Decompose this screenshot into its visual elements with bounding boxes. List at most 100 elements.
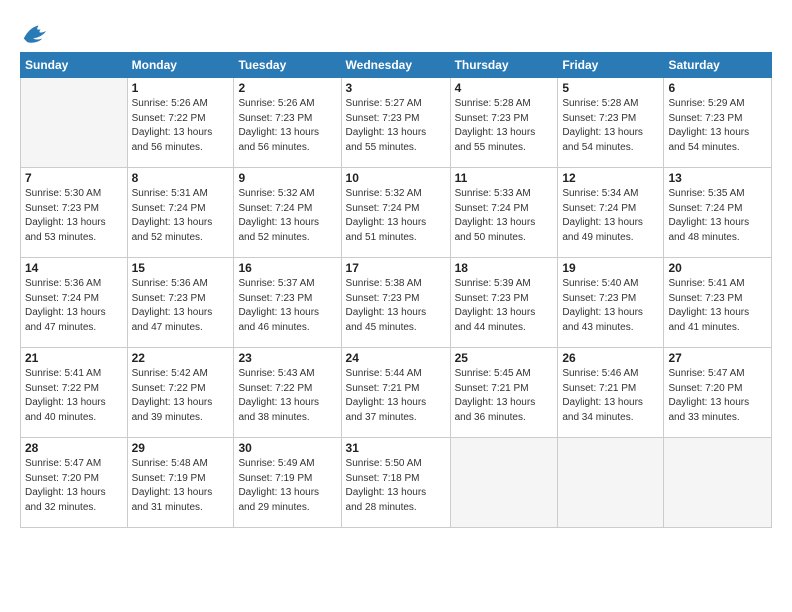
- day-info: Sunrise: 5:32 AMSunset: 7:24 PMDaylight:…: [238, 187, 336, 245]
- day-info: Sunrise: 5:42 AMSunset: 7:22 PMDaylight:…: [132, 367, 230, 425]
- day-number: 9: [238, 171, 336, 185]
- day-number: 19: [562, 261, 659, 275]
- day-info: Sunrise: 5:26 AMSunset: 7:23 PMDaylight:…: [238, 97, 336, 155]
- day-number: 27: [668, 351, 767, 365]
- day-info: Sunrise: 5:46 AMSunset: 7:21 PMDaylight:…: [562, 367, 659, 425]
- weekday-header-monday: Monday: [127, 53, 234, 78]
- day-info: Sunrise: 5:44 AMSunset: 7:21 PMDaylight:…: [346, 367, 446, 425]
- calendar-day-cell: 3 Sunrise: 5:27 AMSunset: 7:23 PMDaylight…: [341, 78, 450, 168]
- day-info: Sunrise: 5:36 AMSunset: 7:24 PMDaylight:…: [25, 277, 123, 335]
- calendar-day-cell: [558, 438, 664, 528]
- calendar-day-cell: 14 Sunrise: 5:36 AMSunset: 7:24 PMDayligh…: [21, 258, 128, 348]
- day-number: 7: [25, 171, 123, 185]
- calendar-day-cell: 27 Sunrise: 5:47 AMSunset: 7:20 PMDayligh…: [664, 348, 772, 438]
- day-number: 23: [238, 351, 336, 365]
- calendar-table: SundayMondayTuesdayWednesdayThursdayFrid…: [20, 52, 772, 528]
- calendar-day-cell: 18 Sunrise: 5:39 AMSunset: 7:23 PMDayligh…: [450, 258, 558, 348]
- calendar-day-cell: 21 Sunrise: 5:41 AMSunset: 7:22 PMDayligh…: [21, 348, 128, 438]
- calendar-day-cell: 4 Sunrise: 5:28 AMSunset: 7:23 PMDaylight…: [450, 78, 558, 168]
- day-info: Sunrise: 5:38 AMSunset: 7:23 PMDaylight:…: [346, 277, 446, 335]
- day-info: Sunrise: 5:50 AMSunset: 7:18 PMDaylight:…: [346, 457, 446, 515]
- weekday-header-wednesday: Wednesday: [341, 53, 450, 78]
- calendar-day-cell: 17 Sunrise: 5:38 AMSunset: 7:23 PMDayligh…: [341, 258, 450, 348]
- calendar-day-cell: [21, 78, 128, 168]
- day-number: 14: [25, 261, 123, 275]
- day-info: Sunrise: 5:39 AMSunset: 7:23 PMDaylight:…: [455, 277, 554, 335]
- calendar-day-cell: 8 Sunrise: 5:31 AMSunset: 7:24 PMDaylight…: [127, 168, 234, 258]
- calendar-day-cell: 1 Sunrise: 5:26 AMSunset: 7:22 PMDaylight…: [127, 78, 234, 168]
- page-container: SundayMondayTuesdayWednesdayThursdayFrid…: [0, 0, 792, 538]
- day-info: Sunrise: 5:47 AMSunset: 7:20 PMDaylight:…: [25, 457, 123, 515]
- calendar-day-cell: 30Sunrise: 5:49 AMSunset: 7:19 PMDayligh…: [234, 438, 341, 528]
- day-number: 4: [455, 81, 554, 95]
- logo: [20, 18, 52, 46]
- calendar-day-cell: [664, 438, 772, 528]
- calendar-day-cell: 15Sunrise: 5:36 AMSunset: 7:23 PMDayligh…: [127, 258, 234, 348]
- day-info: Sunrise: 5:47 AMSunset: 7:20 PMDaylight:…: [668, 367, 767, 425]
- day-info: Sunrise: 5:37 AMSunset: 7:23 PMDaylight:…: [238, 277, 336, 335]
- day-info: Sunrise: 5:41 AMSunset: 7:23 PMDaylight:…: [668, 277, 767, 335]
- day-number: 3: [346, 81, 446, 95]
- calendar-day-cell: 5Sunrise: 5:28 AMSunset: 7:23 PMDaylight…: [558, 78, 664, 168]
- weekday-header-tuesday: Tuesday: [234, 53, 341, 78]
- day-number: 6: [668, 81, 767, 95]
- calendar-day-cell: 25 Sunrise: 5:45 AMSunset: 7:21 PMDayligh…: [450, 348, 558, 438]
- day-info: Sunrise: 5:30 AMSunset: 7:23 PMDaylight:…: [25, 187, 123, 245]
- day-info: Sunrise: 5:45 AMSunset: 7:21 PMDaylight:…: [455, 367, 554, 425]
- day-info: Sunrise: 5:28 AMSunset: 7:23 PMDaylight:…: [455, 97, 554, 155]
- calendar-week-row: 21 Sunrise: 5:41 AMSunset: 7:22 PMDayligh…: [21, 348, 772, 438]
- day-info: Sunrise: 5:34 AMSunset: 7:24 PMDaylight:…: [562, 187, 659, 245]
- day-number: 2: [238, 81, 336, 95]
- calendar-day-cell: 31 Sunrise: 5:50 AMSunset: 7:18 PMDayligh…: [341, 438, 450, 528]
- day-info: Sunrise: 5:43 AMSunset: 7:22 PMDaylight:…: [238, 367, 336, 425]
- day-info: Sunrise: 5:35 AMSunset: 7:24 PMDaylight:…: [668, 187, 767, 245]
- day-number: 28: [25, 441, 123, 455]
- day-number: 30: [238, 441, 336, 455]
- calendar-week-row: 7 Sunrise: 5:30 AMSunset: 7:23 PMDaylight…: [21, 168, 772, 258]
- calendar-day-cell: 26 Sunrise: 5:46 AMSunset: 7:21 PMDayligh…: [558, 348, 664, 438]
- calendar-day-cell: 2 Sunrise: 5:26 AMSunset: 7:23 PMDaylight…: [234, 78, 341, 168]
- calendar-day-cell: [450, 438, 558, 528]
- day-number: 11: [455, 171, 554, 185]
- calendar-day-cell: 19 Sunrise: 5:40 AMSunset: 7:23 PMDayligh…: [558, 258, 664, 348]
- calendar-day-cell: 23 Sunrise: 5:43 AMSunset: 7:22 PMDayligh…: [234, 348, 341, 438]
- day-info: Sunrise: 5:40 AMSunset: 7:23 PMDaylight:…: [562, 277, 659, 335]
- calendar-day-cell: 9 Sunrise: 5:32 AMSunset: 7:24 PMDaylight…: [234, 168, 341, 258]
- day-number: 21: [25, 351, 123, 365]
- day-number: 26: [562, 351, 659, 365]
- calendar-day-cell: 6Sunrise: 5:29 AMSunset: 7:23 PMDaylight…: [664, 78, 772, 168]
- calendar-day-cell: 16Sunrise: 5:37 AMSunset: 7:23 PMDayligh…: [234, 258, 341, 348]
- day-number: 5: [562, 81, 659, 95]
- day-info: Sunrise: 5:27 AMSunset: 7:23 PMDaylight:…: [346, 97, 446, 155]
- day-info: Sunrise: 5:41 AMSunset: 7:22 PMDaylight:…: [25, 367, 123, 425]
- calendar-day-cell: 7 Sunrise: 5:30 AMSunset: 7:23 PMDaylight…: [21, 168, 128, 258]
- day-number: 10: [346, 171, 446, 185]
- logo-bird-icon: [20, 18, 48, 46]
- day-number: 18: [455, 261, 554, 275]
- day-number: 1: [132, 81, 230, 95]
- weekday-header-sunday: Sunday: [21, 53, 128, 78]
- day-info: Sunrise: 5:31 AMSunset: 7:24 PMDaylight:…: [132, 187, 230, 245]
- calendar-day-cell: 20 Sunrise: 5:41 AMSunset: 7:23 PMDayligh…: [664, 258, 772, 348]
- day-number: 31: [346, 441, 446, 455]
- calendar-day-cell: 10 Sunrise: 5:32 AMSunset: 7:24 PMDayligh…: [341, 168, 450, 258]
- calendar-day-cell: 22 Sunrise: 5:42 AMSunset: 7:22 PMDayligh…: [127, 348, 234, 438]
- day-number: 12: [562, 171, 659, 185]
- weekday-header-friday: Friday: [558, 53, 664, 78]
- header: [20, 18, 772, 46]
- day-number: 20: [668, 261, 767, 275]
- day-number: 29: [132, 441, 230, 455]
- calendar-day-cell: 28 Sunrise: 5:47 AMSunset: 7:20 PMDayligh…: [21, 438, 128, 528]
- day-number: 22: [132, 351, 230, 365]
- day-info: Sunrise: 5:33 AMSunset: 7:24 PMDaylight:…: [455, 187, 554, 245]
- calendar-day-cell: 11 Sunrise: 5:33 AMSunset: 7:24 PMDayligh…: [450, 168, 558, 258]
- calendar-day-cell: 13Sunrise: 5:35 AMSunset: 7:24 PMDayligh…: [664, 168, 772, 258]
- calendar-day-cell: 24Sunrise: 5:44 AMSunset: 7:21 PMDayligh…: [341, 348, 450, 438]
- day-info: Sunrise: 5:26 AMSunset: 7:22 PMDaylight:…: [132, 97, 230, 155]
- day-number: 17: [346, 261, 446, 275]
- day-number: 25: [455, 351, 554, 365]
- calendar-day-cell: 12 Sunrise: 5:34 AMSunset: 7:24 PMDayligh…: [558, 168, 664, 258]
- day-number: 8: [132, 171, 230, 185]
- day-info: Sunrise: 5:32 AMSunset: 7:24 PMDaylight:…: [346, 187, 446, 245]
- day-info: Sunrise: 5:48 AMSunset: 7:19 PMDaylight:…: [132, 457, 230, 515]
